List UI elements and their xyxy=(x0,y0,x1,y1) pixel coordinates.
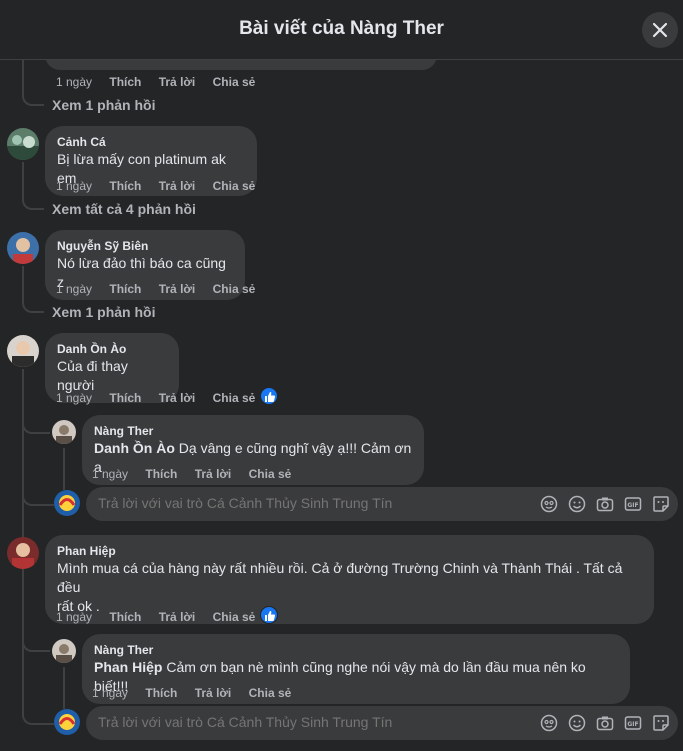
thread-line xyxy=(63,448,65,490)
avatar[interactable] xyxy=(7,537,39,569)
reply-link[interactable]: Trả lời xyxy=(159,74,196,90)
reply-time: 1 ngày xyxy=(92,467,129,481)
view-replies-link[interactable]: Xem 1 phản hồi xyxy=(52,303,155,321)
reply-author[interactable]: Nàng Ther xyxy=(94,642,618,658)
share-link[interactable]: Chia sẻ xyxy=(213,281,256,297)
reply-actions: 1 ngày Thích Trả lời Chia sẻ xyxy=(92,466,305,482)
comment-feed[interactable]: 1 ngày Thích Trả lời Chia sẻ Xem 1 phản … xyxy=(0,0,683,751)
reply-time: 1 ngày xyxy=(92,686,129,700)
comment-author[interactable]: Phan Hiệp xyxy=(57,543,642,559)
thread-line xyxy=(22,60,24,90)
close-icon xyxy=(652,22,668,38)
comment-author[interactable]: Nguyễn Sỹ Biên xyxy=(57,238,233,254)
thread-elbow xyxy=(22,297,44,313)
like-reaction-icon[interactable] xyxy=(260,606,278,624)
comment-actions: 1 ngày Thích Trả lời Chia sẻ xyxy=(56,281,269,297)
comment-time: 1 ngày xyxy=(56,282,93,296)
avatar-icon xyxy=(7,335,39,367)
like-link[interactable]: Thích xyxy=(109,390,141,406)
svg-text:GIF: GIF xyxy=(627,721,638,728)
sticker-icon[interactable] xyxy=(540,714,558,732)
avatar xyxy=(54,709,80,735)
reply-link[interactable]: Trả lời xyxy=(159,178,196,194)
like-reaction-icon[interactable] xyxy=(260,387,278,405)
share-link[interactable]: Chia sẻ xyxy=(249,466,292,482)
avatar[interactable] xyxy=(7,232,39,264)
avatar xyxy=(54,490,80,516)
thread-line xyxy=(22,266,24,299)
comment-time: 1 ngày xyxy=(56,179,93,193)
comment-time: 1 ngày xyxy=(56,75,93,89)
sticker-note-icon[interactable] xyxy=(652,495,670,513)
reply-box[interactable]: GIF xyxy=(86,706,678,740)
avatar-icon xyxy=(7,232,39,264)
camera-icon[interactable] xyxy=(596,714,614,732)
thread-elbow xyxy=(22,410,50,434)
avatar-icon xyxy=(52,639,76,663)
share-link[interactable]: Chia sẻ xyxy=(213,609,256,625)
avatar[interactable] xyxy=(7,128,39,160)
comment-text-line-1: Mình mua cá của hàng này rất nhiều rồi. … xyxy=(57,560,623,595)
like-link[interactable]: Thích xyxy=(109,609,141,625)
sticker-note-icon[interactable] xyxy=(652,714,670,732)
view-replies-link[interactable]: Xem tất cả 4 phản hồi xyxy=(52,200,196,218)
avatar-icon xyxy=(54,709,80,735)
reply-box[interactable]: GIF xyxy=(86,487,678,521)
thread-elbow xyxy=(22,488,54,506)
sticker-icon[interactable] xyxy=(540,495,558,513)
reply-link[interactable]: Trả lời xyxy=(159,609,196,625)
camera-icon[interactable] xyxy=(596,495,614,513)
avatar[interactable] xyxy=(7,335,39,367)
share-link[interactable]: Chia sẻ xyxy=(213,178,256,194)
comment-actions: 1 ngày Thích Trả lời Chia sẻ xyxy=(56,390,269,406)
like-link[interactable]: Thích xyxy=(109,178,141,194)
share-link[interactable]: Chia sẻ xyxy=(249,685,292,701)
page-title: Bài viết của Nàng Ther xyxy=(239,18,444,39)
comment-time: 1 ngày xyxy=(56,610,93,624)
mention-link[interactable]: Danh Ồn Ào xyxy=(94,440,175,456)
mention-link[interactable]: Phan Hiệp xyxy=(94,659,162,675)
reply-link[interactable]: Trả lời xyxy=(195,466,232,482)
emoji-icon[interactable] xyxy=(568,495,586,513)
close-button[interactable] xyxy=(642,12,678,48)
thread-elbow xyxy=(22,707,54,725)
avatar-icon xyxy=(7,128,39,160)
thread-line xyxy=(22,162,24,196)
like-link[interactable]: Thích xyxy=(109,74,141,90)
comment-actions: 1 ngày Thích Trả lời Chia sẻ xyxy=(56,609,269,625)
gif-icon[interactable]: GIF xyxy=(624,714,642,732)
like-link[interactable]: Thích xyxy=(109,281,141,297)
avatar[interactable] xyxy=(52,420,76,444)
like-link[interactable]: Thích xyxy=(145,685,177,701)
reply-link[interactable]: Trả lời xyxy=(195,685,232,701)
comment-time: 1 ngày xyxy=(56,391,93,405)
emoji-icon[interactable] xyxy=(568,714,586,732)
thread-elbow xyxy=(22,194,44,210)
svg-text:GIF: GIF xyxy=(627,502,638,509)
avatar[interactable] xyxy=(52,639,76,663)
avatar-icon xyxy=(7,537,39,569)
dialog-header: Bài viết của Nàng Ther xyxy=(0,0,683,60)
comment-actions: 1 ngày Thích Trả lời Chia sẻ xyxy=(56,178,269,194)
comment-actions: 1 ngày Thích Trả lời Chia sẻ xyxy=(56,74,269,90)
comment-author[interactable]: Cảnh Cá xyxy=(57,134,245,150)
avatar-icon xyxy=(52,420,76,444)
thread-line xyxy=(63,667,65,709)
thread-elbow xyxy=(22,90,44,106)
reply-link[interactable]: Trả lời xyxy=(159,281,196,297)
like-link[interactable]: Thích xyxy=(145,466,177,482)
avatar-icon xyxy=(54,490,80,516)
reply-input[interactable] xyxy=(98,495,528,511)
reply-author[interactable]: Nàng Ther xyxy=(94,423,412,439)
share-link[interactable]: Chia sẻ xyxy=(213,390,256,406)
view-replies-link[interactable]: Xem 1 phản hồi xyxy=(52,96,155,114)
comment-author[interactable]: Danh Ồn Ào xyxy=(57,341,167,357)
gif-icon[interactable]: GIF xyxy=(624,495,642,513)
reply-link[interactable]: Trả lời xyxy=(159,390,196,406)
reply-actions: 1 ngày Thích Trả lời Chia sẻ xyxy=(92,685,305,701)
reply-input[interactable] xyxy=(98,714,528,730)
share-link[interactable]: Chia sẻ xyxy=(213,74,256,90)
thread-line xyxy=(22,590,24,716)
thread-elbow xyxy=(22,628,50,652)
